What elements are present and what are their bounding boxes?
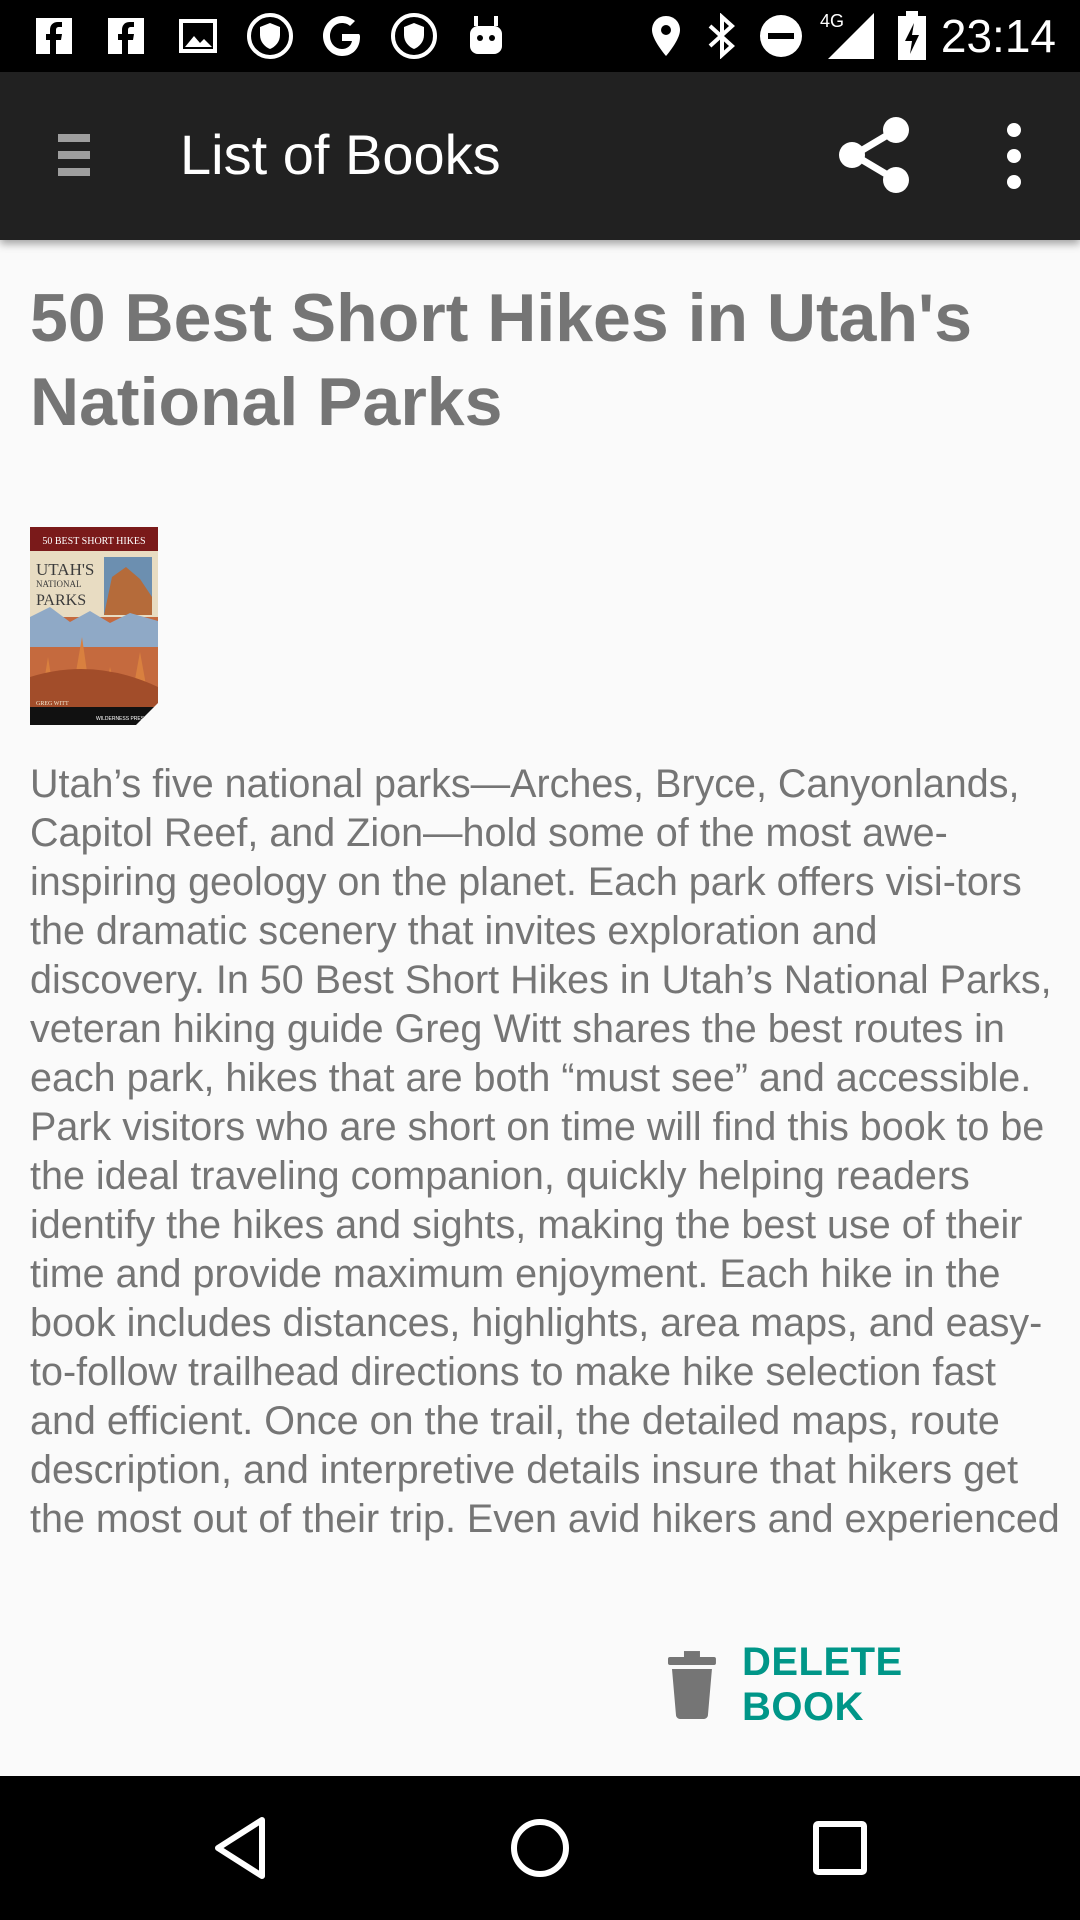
cover-author: GREG WITT (36, 701, 69, 707)
more-vert-icon (1007, 123, 1021, 189)
cover-title-line-3: PARKS (36, 592, 86, 609)
more-options-button[interactable] (990, 116, 1038, 196)
app-bar: List of Books (0, 72, 1080, 240)
app-title: List of Books (180, 123, 501, 186)
image-icon (174, 10, 222, 62)
back-icon (215, 1817, 265, 1879)
android-icon (462, 10, 510, 62)
home-icon (511, 1819, 569, 1877)
shield-icon (388, 10, 440, 62)
delete-book-button[interactable]: DELETE BOOK (666, 1640, 1036, 1730)
cover-title-line-2: NATIONAL (36, 579, 82, 589)
network-type: 4G (820, 11, 844, 31)
share-button[interactable] (832, 112, 918, 198)
book-description: Utah’s five national parks—Arches, Bryce… (30, 762, 1060, 1541)
menu-button[interactable] (40, 120, 110, 190)
delete-book-label: DELETE BOOK (741, 1640, 903, 1729)
book-title: 50 Best Short Hikes in Utah's National P… (30, 280, 973, 440)
book-cover-image: 50 BEST SHORT HIKES UTAH'S NATIONAL PARK… (30, 527, 158, 725)
home-button[interactable] (500, 1808, 580, 1888)
recents-button[interactable] (800, 1808, 880, 1888)
clock: 23:14 (940, 10, 1056, 62)
back-button[interactable] (200, 1808, 280, 1888)
facebook-icon (30, 10, 78, 62)
trash-icon (667, 1651, 716, 1719)
menu-icon (58, 134, 90, 176)
shield-icon (244, 10, 296, 62)
cover-title-line-1: UTAH'S (36, 560, 94, 579)
share-icon (839, 117, 909, 193)
recents-icon (813, 1821, 867, 1875)
signal-icon: 4G (818, 10, 876, 62)
navigation-bar (0, 1776, 1080, 1920)
bluetooth-icon (700, 10, 744, 62)
battery-charging-icon (894, 10, 930, 62)
status-bar: 4G 23:14 (0, 0, 1080, 72)
location-icon (644, 10, 688, 62)
facebook-icon (102, 10, 150, 62)
google-icon (316, 10, 368, 62)
dnd-icon (756, 10, 806, 62)
cover-top-text: 50 BEST SHORT HIKES (42, 536, 145, 547)
